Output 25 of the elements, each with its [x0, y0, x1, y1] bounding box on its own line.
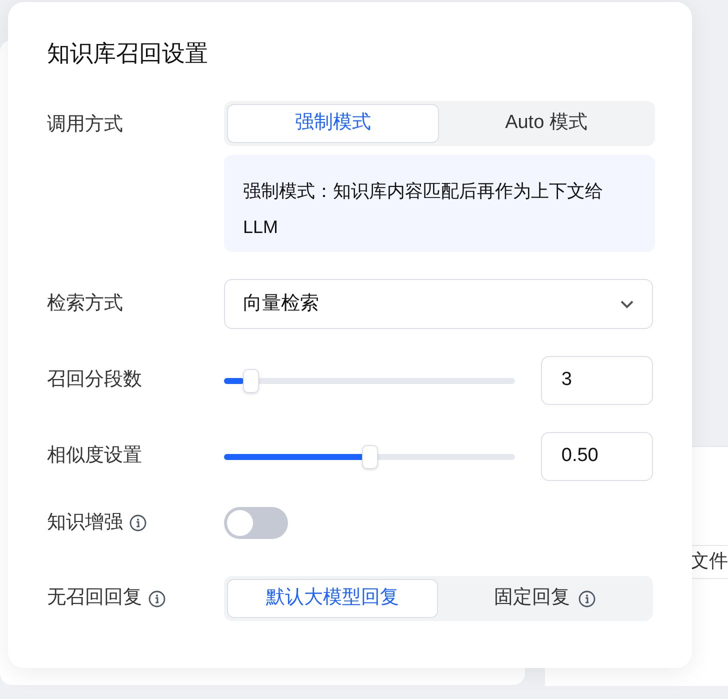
- search-mode-select[interactable]: 向量检索: [224, 279, 653, 329]
- number-input[interactable]: 0.50: [541, 432, 653, 481]
- file-text: 文件: [690, 550, 728, 574]
- field-label: 检索方式: [47, 292, 123, 316]
- chevron-down-icon: [620, 300, 634, 308]
- toggle-switch[interactable]: [224, 507, 288, 539]
- field-label: 知识增强: [47, 510, 123, 535]
- slider-thumb[interactable]: [243, 368, 260, 392]
- field-label: 无召回回复: [47, 586, 142, 610]
- info-icon[interactable]: [578, 590, 596, 608]
- mode-description: 强制模式：知识库内容匹配后再作为上下文给LLM: [224, 155, 655, 252]
- slider-track[interactable]: [224, 378, 516, 384]
- field-label: 调用方式: [47, 113, 123, 137]
- segment-tab[interactable]: Auto 模式: [442, 105, 651, 142]
- info-icon[interactable]: [129, 514, 147, 532]
- dialog-title: 知识库召回设置: [47, 39, 209, 68]
- slider-thumb[interactable]: [362, 444, 378, 468]
- number-input[interactable]: 3: [541, 356, 653, 405]
- segment-tab[interactable]: 固定回复: [440, 580, 649, 617]
- field-label: 相似度设置: [47, 444, 142, 468]
- segment-tab[interactable]: 强制模式: [228, 105, 438, 142]
- slider-track[interactable]: [224, 454, 516, 460]
- field-label: 召回分段数: [47, 368, 142, 392]
- info-icon[interactable]: [148, 590, 166, 608]
- segment-tab[interactable]: 默认大模型回复: [228, 580, 436, 617]
